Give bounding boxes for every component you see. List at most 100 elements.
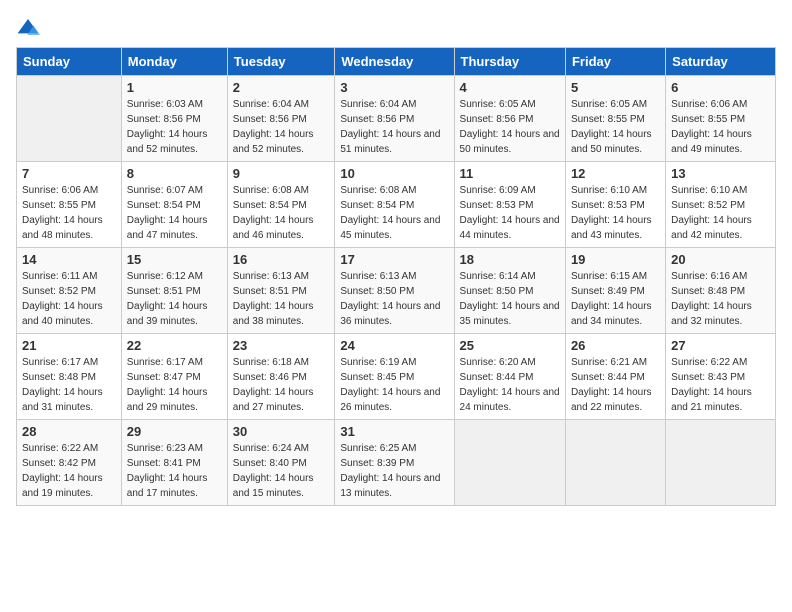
calendar-cell: 25Sunrise: 6:20 AMSunset: 8:44 PMDayligh… (454, 334, 565, 420)
header-cell-saturday: Saturday (666, 48, 776, 76)
header-cell-tuesday: Tuesday (227, 48, 335, 76)
calendar-header: SundayMondayTuesdayWednesdayThursdayFrid… (17, 48, 776, 76)
calendar-cell: 15 Sunrise: 6:12 AMSunset: 8:51 PMDayligh… (121, 248, 227, 334)
header-cell-friday: Friday (565, 48, 665, 76)
day-detail: Sunrise: 6:11 AMSunset: 8:52 PMDaylight:… (22, 269, 116, 329)
calendar-cell: 22 Sunrise: 6:17 AMSunset: 8:47 PMDayligh… (121, 334, 227, 420)
day-number: 14 (22, 252, 116, 267)
day-detail: Sunrise: 6:06 AMSunset: 8:55 PMDaylight:… (671, 97, 770, 157)
calendar-cell (17, 76, 122, 162)
day-detail: Sunrise: 6:14 AMSunset: 8:50 PMDaylight:… (460, 269, 560, 329)
day-detail: Sunrise: 6:22 AMSunset: 8:43 PMDaylight:… (671, 355, 770, 415)
calendar-cell: 16Sunrise: 6:13 AMSunset: 8:51 PMDayligh… (227, 248, 335, 334)
day-number: 18 (460, 252, 560, 267)
calendar-cell: 30 Sunrise: 6:24 AMSunset: 8:40 PMDayligh… (227, 420, 335, 506)
day-number: 3 (340, 80, 448, 95)
day-detail: Sunrise: 6:04 AMSunset: 8:56 PMDaylight:… (340, 97, 448, 157)
week-row-1: 1Sunrise: 6:03 AMSunset: 8:56 PMDaylight… (17, 76, 776, 162)
header-cell-sunday: Sunday (17, 48, 122, 76)
calendar-body: 1Sunrise: 6:03 AMSunset: 8:56 PMDaylight… (17, 76, 776, 506)
week-row-4: 21 Sunrise: 6:17 AMSunset: 8:48 PMDayligh… (17, 334, 776, 420)
day-number: 12 (571, 166, 660, 181)
day-number: 6 (671, 80, 770, 95)
day-number: 19 (571, 252, 660, 267)
day-detail: Sunrise: 6:08 AMSunset: 8:54 PMDaylight:… (233, 183, 330, 243)
day-number: 24 (340, 338, 448, 353)
day-number: 7 (22, 166, 116, 181)
calendar-cell: 11 Sunrise: 6:09 AMSunset: 8:53 PMDayligh… (454, 162, 565, 248)
calendar-cell: 24 Sunrise: 6:19 AMSunset: 8:45 PMDayligh… (335, 334, 454, 420)
calendar-table: SundayMondayTuesdayWednesdayThursdayFrid… (16, 47, 776, 506)
header-cell-thursday: Thursday (454, 48, 565, 76)
day-detail: Sunrise: 6:10 AMSunset: 8:53 PMDaylight:… (571, 183, 660, 243)
day-detail: Sunrise: 6:03 AMSunset: 8:56 PMDaylight:… (127, 97, 222, 157)
calendar-cell: 5Sunrise: 6:05 AMSunset: 8:55 PMDaylight… (565, 76, 665, 162)
calendar-cell: 3 Sunrise: 6:04 AMSunset: 8:56 PMDaylight… (335, 76, 454, 162)
calendar-cell (666, 420, 776, 506)
calendar-cell (565, 420, 665, 506)
day-detail: Sunrise: 6:04 AMSunset: 8:56 PMDaylight:… (233, 97, 330, 157)
day-detail: Sunrise: 6:12 AMSunset: 8:51 PMDaylight:… (127, 269, 222, 329)
calendar-cell: 12 Sunrise: 6:10 AMSunset: 8:53 PMDayligh… (565, 162, 665, 248)
calendar-cell: 29 Sunrise: 6:23 AMSunset: 8:41 PMDayligh… (121, 420, 227, 506)
day-number: 28 (22, 424, 116, 439)
day-number: 11 (460, 166, 560, 181)
calendar-cell: 20Sunrise: 6:16 AMSunset: 8:48 PMDayligh… (666, 248, 776, 334)
day-detail: Sunrise: 6:19 AMSunset: 8:45 PMDaylight:… (340, 355, 448, 415)
day-detail: Sunrise: 6:08 AMSunset: 8:54 PMDaylight:… (340, 183, 448, 243)
week-row-5: 28 Sunrise: 6:22 AMSunset: 8:42 PMDayligh… (17, 420, 776, 506)
calendar-cell: 19 Sunrise: 6:15 AMSunset: 8:49 PMDayligh… (565, 248, 665, 334)
day-number: 22 (127, 338, 222, 353)
logo (16, 16, 44, 37)
week-row-3: 14 Sunrise: 6:11 AMSunset: 8:52 PMDayligh… (17, 248, 776, 334)
calendar-cell: 4 Sunrise: 6:05 AMSunset: 8:56 PMDaylight… (454, 76, 565, 162)
day-detail: Sunrise: 6:22 AMSunset: 8:42 PMDaylight:… (22, 441, 116, 501)
week-row-2: 7Sunrise: 6:06 AMSunset: 8:55 PMDaylight… (17, 162, 776, 248)
day-detail: Sunrise: 6:13 AMSunset: 8:50 PMDaylight:… (340, 269, 448, 329)
calendar-cell: 2 Sunrise: 6:04 AMSunset: 8:56 PMDaylight… (227, 76, 335, 162)
day-detail: Sunrise: 6:05 AMSunset: 8:55 PMDaylight:… (571, 97, 660, 157)
header-cell-monday: Monday (121, 48, 227, 76)
day-number: 30 (233, 424, 330, 439)
calendar-cell: 31 Sunrise: 6:25 AMSunset: 8:39 PMDayligh… (335, 420, 454, 506)
day-number: 4 (460, 80, 560, 95)
day-detail: Sunrise: 6:10 AMSunset: 8:52 PMDaylight:… (671, 183, 770, 243)
day-number: 20 (671, 252, 770, 267)
day-detail: Sunrise: 6:17 AMSunset: 8:47 PMDaylight:… (127, 355, 222, 415)
day-number: 27 (671, 338, 770, 353)
calendar-cell: 17 Sunrise: 6:13 AMSunset: 8:50 PMDayligh… (335, 248, 454, 334)
header (16, 16, 776, 37)
header-cell-wednesday: Wednesday (335, 48, 454, 76)
calendar-cell: 27 Sunrise: 6:22 AMSunset: 8:43 PMDayligh… (666, 334, 776, 420)
day-detail: Sunrise: 6:21 AMSunset: 8:44 PMDaylight:… (571, 355, 660, 415)
day-number: 31 (340, 424, 448, 439)
logo-icon (16, 17, 40, 37)
day-detail: Sunrise: 6:15 AMSunset: 8:49 PMDaylight:… (571, 269, 660, 329)
calendar-cell: 21 Sunrise: 6:17 AMSunset: 8:48 PMDayligh… (17, 334, 122, 420)
calendar-cell (454, 420, 565, 506)
day-detail: Sunrise: 6:09 AMSunset: 8:53 PMDaylight:… (460, 183, 560, 243)
day-detail: Sunrise: 6:23 AMSunset: 8:41 PMDaylight:… (127, 441, 222, 501)
calendar-cell: 18 Sunrise: 6:14 AMSunset: 8:50 PMDayligh… (454, 248, 565, 334)
calendar-cell: 9Sunrise: 6:08 AMSunset: 8:54 PMDaylight… (227, 162, 335, 248)
calendar-cell: 8Sunrise: 6:07 AMSunset: 8:54 PMDaylight… (121, 162, 227, 248)
day-number: 15 (127, 252, 222, 267)
day-detail: Sunrise: 6:25 AMSunset: 8:39 PMDaylight:… (340, 441, 448, 501)
calendar-cell: 28 Sunrise: 6:22 AMSunset: 8:42 PMDayligh… (17, 420, 122, 506)
day-number: 29 (127, 424, 222, 439)
day-number: 17 (340, 252, 448, 267)
calendar-cell: 26 Sunrise: 6:21 AMSunset: 8:44 PMDayligh… (565, 334, 665, 420)
day-detail: Sunrise: 6:24 AMSunset: 8:40 PMDaylight:… (233, 441, 330, 501)
calendar-cell: 14 Sunrise: 6:11 AMSunset: 8:52 PMDayligh… (17, 248, 122, 334)
calendar-cell: 1Sunrise: 6:03 AMSunset: 8:56 PMDaylight… (121, 76, 227, 162)
day-number: 2 (233, 80, 330, 95)
day-number: 21 (22, 338, 116, 353)
day-number: 26 (571, 338, 660, 353)
day-number: 23 (233, 338, 330, 353)
calendar-cell: 23Sunrise: 6:18 AMSunset: 8:46 PMDayligh… (227, 334, 335, 420)
day-detail: Sunrise: 6:20 AMSunset: 8:44 PMDaylight:… (460, 355, 560, 415)
day-detail: Sunrise: 6:13 AMSunset: 8:51 PMDaylight:… (233, 269, 330, 329)
day-number: 8 (127, 166, 222, 181)
day-detail: Sunrise: 6:05 AMSunset: 8:56 PMDaylight:… (460, 97, 560, 157)
day-detail: Sunrise: 6:17 AMSunset: 8:48 PMDaylight:… (22, 355, 116, 415)
